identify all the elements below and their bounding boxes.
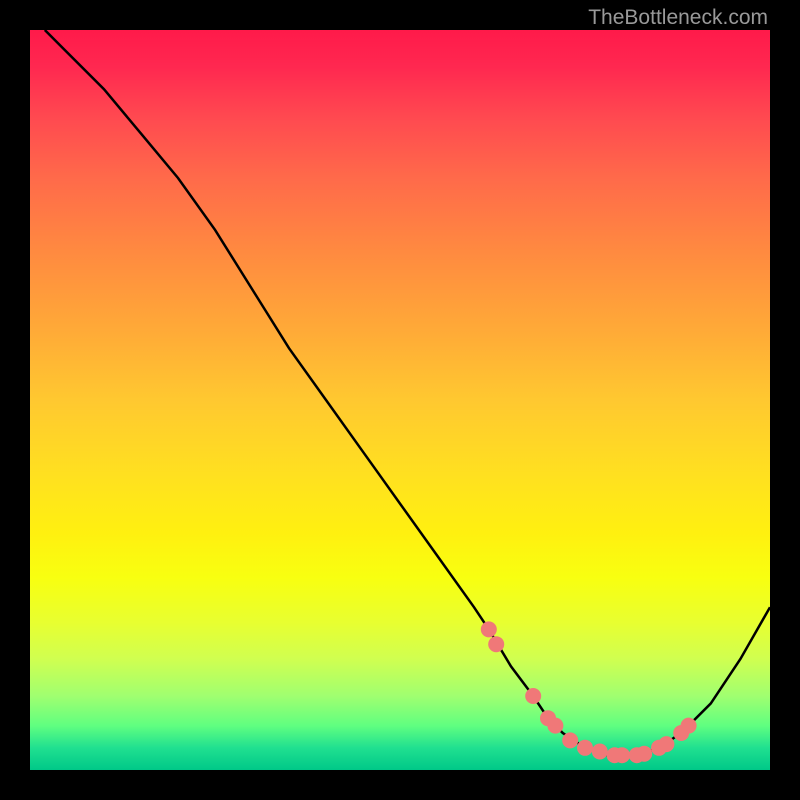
highlight-dot: [488, 636, 504, 652]
highlight-dot: [525, 688, 541, 704]
bottleneck-curve: [45, 30, 770, 755]
highlight-dot: [658, 736, 674, 752]
plot-area: [30, 30, 770, 770]
highlight-dot: [592, 744, 608, 760]
highlight-dots: [481, 621, 697, 763]
highlight-dot: [547, 718, 563, 734]
highlight-dot: [681, 718, 697, 734]
highlight-dot: [562, 732, 578, 748]
watermark-text: TheBottleneck.com: [588, 6, 768, 30]
highlight-dot: [636, 746, 652, 762]
highlight-dot: [614, 747, 630, 763]
chart-container: TheBottleneck.com: [0, 0, 800, 800]
highlight-dot: [577, 740, 593, 756]
curve-svg: [30, 30, 770, 770]
highlight-dot: [481, 621, 497, 637]
